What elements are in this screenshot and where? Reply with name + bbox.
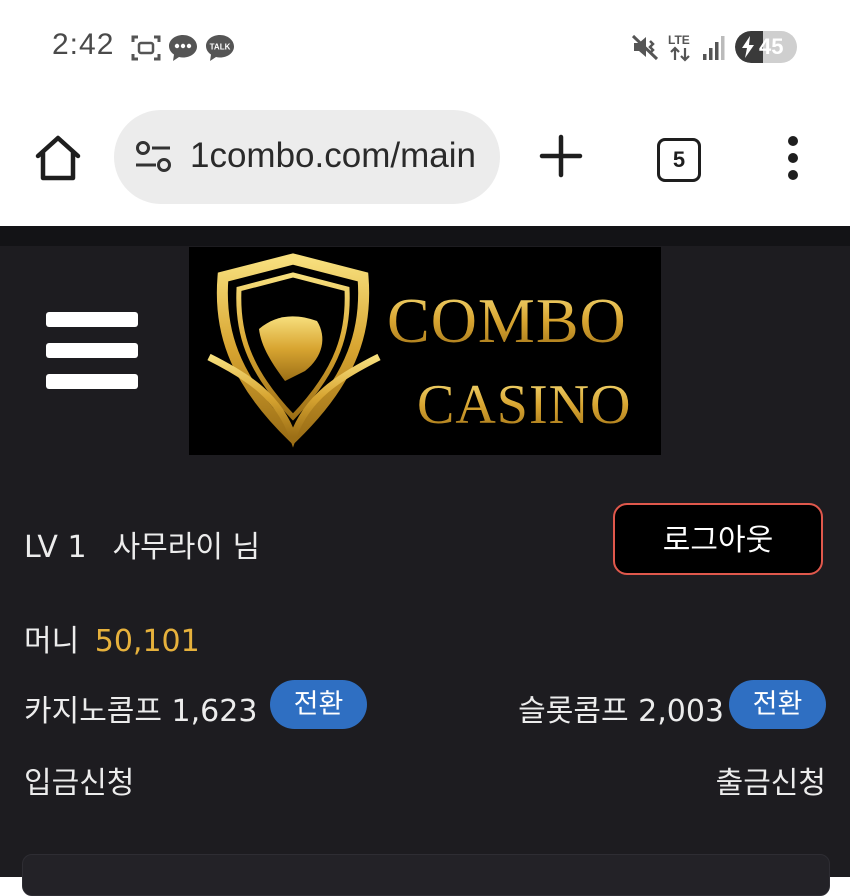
user-info: LV 1 사무라이 님 (24, 522, 260, 566)
casino-comp-convert-button[interactable]: 전환 (270, 680, 367, 729)
lte-icon: LTE (668, 33, 690, 62)
user-level: LV 1 (24, 530, 87, 565)
chat-bubble-icon (169, 35, 197, 61)
site-settings-icon[interactable] (134, 140, 174, 174)
browser-toolbar: 1combo.com/main 5 (0, 100, 850, 226)
battery-indicator: 45 (735, 31, 797, 63)
plus-icon[interactable] (538, 133, 584, 179)
casino-comp-label: 카지노콤프 (24, 694, 162, 729)
svg-text:COMBO: COMBO (387, 285, 627, 356)
money-label: 머니 (24, 624, 80, 659)
address-bar[interactable]: 1combo.com/main (114, 110, 500, 204)
content-card (22, 854, 830, 896)
mute-vibrate-icon (631, 34, 659, 61)
hamburger-menu-icon[interactable] (46, 312, 138, 390)
charging-bolt-icon (742, 36, 754, 58)
withdraw-request-link[interactable]: 출금신청 (716, 758, 826, 802)
svg-text:TALK: TALK (210, 43, 231, 52)
slot-comp-label: 슬롯콤프 (518, 694, 629, 729)
signal-icon (703, 36, 725, 60)
slot-comp-convert-button[interactable]: 전환 (729, 680, 826, 729)
more-vert-icon[interactable] (780, 134, 806, 182)
battery-percent: 45 (759, 34, 784, 59)
tab-switcher-button[interactable]: 5 (657, 138, 701, 182)
money-row: 머니 50,101 (24, 616, 200, 660)
logout-button[interactable]: 로그아웃 (613, 503, 823, 575)
svg-text:CASINO: CASINO (417, 374, 631, 436)
svg-text:LTE: LTE (668, 33, 690, 47)
home-icon[interactable] (30, 130, 86, 186)
kakaotalk-icon: TALK (206, 35, 234, 61)
slot-comp-value: 2,003 (638, 694, 724, 729)
slot-comp: 슬롯콤프 2,003 (518, 686, 724, 730)
deposit-request-link[interactable]: 입금신청 (24, 758, 134, 802)
site-content: COMBO CASINO LV 1 사무라이 님 로그아웃 머니 50,101 카… (0, 226, 850, 896)
status-bar: 2:42 TALK LTE 45 (0, 0, 850, 100)
screenshot-icon (131, 35, 161, 61)
user-name: 사무라이 님 (112, 530, 261, 565)
casino-comp-value: 1,623 (171, 694, 258, 729)
status-time: 2:42 (52, 28, 115, 61)
casino-comp: 카지노콤프 1,623 (24, 686, 257, 730)
combo-casino-logo[interactable]: COMBO CASINO (189, 247, 661, 455)
site-top-strip (0, 226, 850, 246)
money-value: 50,101 (94, 624, 200, 659)
url-text[interactable]: 1combo.com/main (190, 136, 482, 176)
